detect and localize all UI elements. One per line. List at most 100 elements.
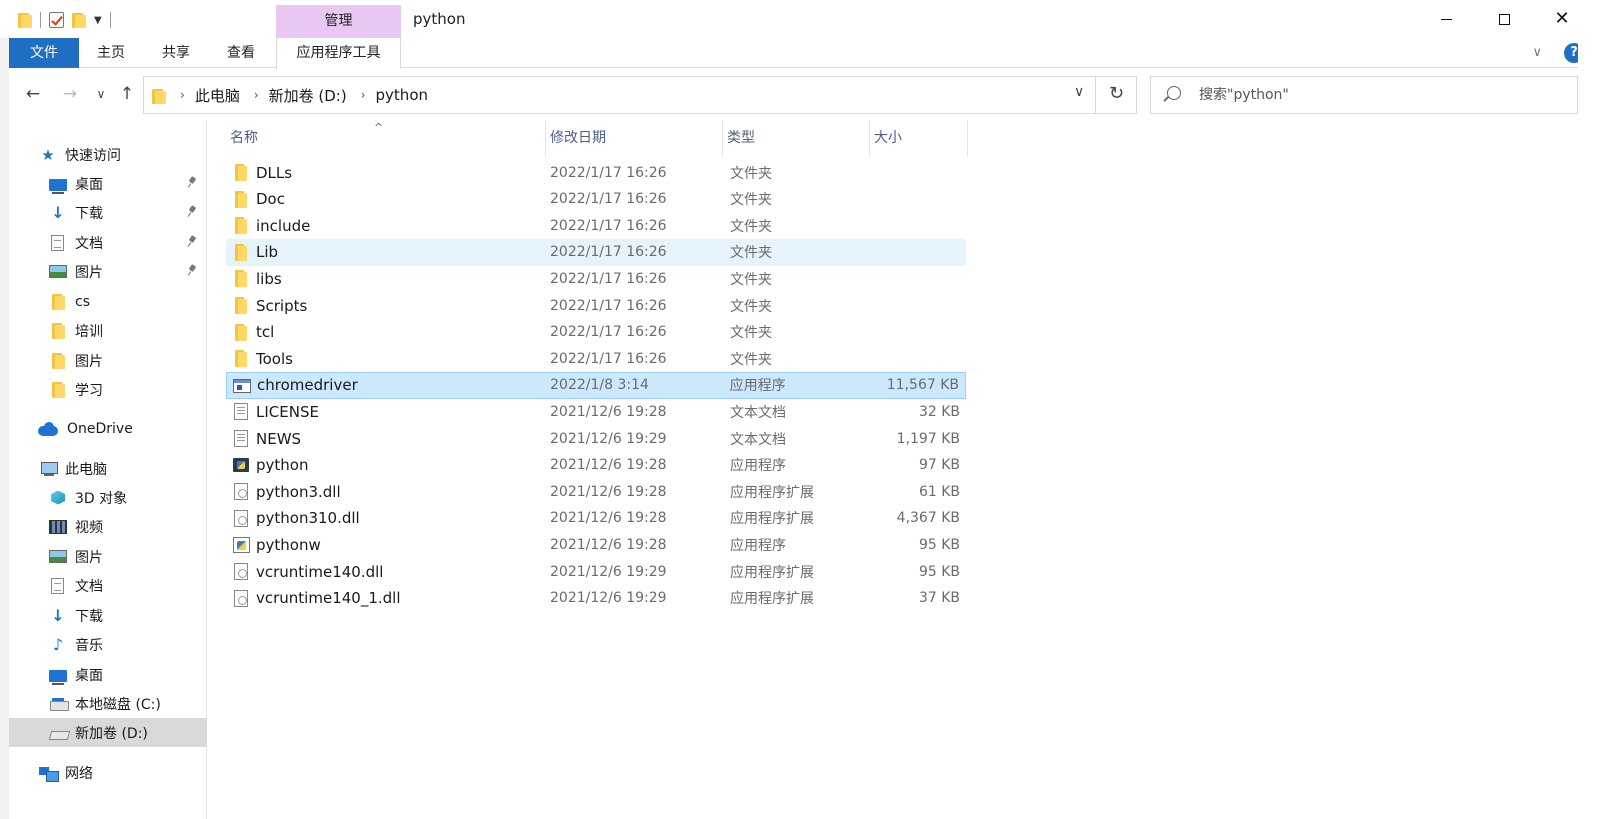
file-row[interactable]: pythonw 2021/12/6 19:28 应用程序 95 KB <box>226 531 966 558</box>
sidebar-item-pc-pictures[interactable]: 图片 <box>9 542 207 571</box>
sidebar-item-documents[interactable]: 文档 <box>9 228 207 257</box>
file-row[interactable]: vcruntime140_1.dll 2021/12/6 19:29 应用程序扩展 3… <box>226 585 966 612</box>
file-type: 文件夹 <box>730 218 772 235</box>
minimize-button[interactable] <box>1423 4 1469 34</box>
column-header-label: 修改日期 <box>550 130 606 146</box>
tab-home[interactable]: 主页 <box>88 38 134 68</box>
file-type: 文件夹 <box>730 325 772 342</box>
breadcrumb-python[interactable]: python <box>376 86 428 104</box>
file-name: vcruntime140_1.dll <box>256 589 401 608</box>
file-row[interactable]: DLLs 2022/1/17 16:26 文件夹 <box>226 159 966 186</box>
breadcrumb-this-pc[interactable]: 此电脑 <box>195 85 240 106</box>
column-header-size[interactable]: 大小 <box>870 120 968 156</box>
sidebar-item-pc-downloads[interactable]: ↓ 下载 <box>9 601 207 630</box>
sidebar-item-music[interactable]: ♪ 音乐 <box>9 630 207 659</box>
file-row[interactable]: NEWS 2021/12/6 19:29 文本文档 1,197 KB <box>226 425 966 452</box>
tab-manage-context[interactable]: 管理 <box>276 5 401 38</box>
tab-share[interactable]: 共享 <box>153 38 199 68</box>
pin-icon[interactable] <box>188 177 197 189</box>
file-row[interactable]: python3.dll 2021/12/6 19:28 应用程序扩展 61 KB <box>226 478 966 505</box>
column-header-type[interactable]: 类型 <box>723 120 870 156</box>
sidebar-item-pc-documents[interactable]: 文档 <box>9 571 207 600</box>
dll-icon <box>234 589 248 607</box>
sidebar-item-label: cs <box>75 293 90 310</box>
file-row[interactable]: chromedriver 2022/1/8 3:14 应用程序 11,567 KB <box>226 371 966 399</box>
sidebar-item-this-pc[interactable]: 此电脑 <box>9 454 207 483</box>
file-row[interactable]: vcruntime140.dll 2021/12/6 19:29 应用程序扩展 95 … <box>226 558 966 585</box>
file-name: Doc <box>256 190 285 209</box>
pin-icon[interactable] <box>188 236 197 248</box>
tab-application-tools[interactable]: 应用程序工具 <box>276 38 401 69</box>
sidebar-item-videos[interactable]: 视频 <box>9 512 207 541</box>
up-button[interactable]: ↑ <box>116 83 138 105</box>
properties-icon[interactable] <box>49 12 64 28</box>
breadcrumb-chevron-icon[interactable]: › <box>361 88 366 102</box>
file-row[interactable]: python 2021/12/6 19:28 应用程序 97 KB <box>226 452 966 479</box>
breadcrumb-chevron-icon[interactable]: › <box>254 88 259 102</box>
column-header-date[interactable]: 修改日期 <box>546 120 723 156</box>
search-box[interactable] <box>1150 76 1578 114</box>
file-name: DLLs <box>256 163 293 182</box>
sidebar-item-onedrive[interactable]: OneDrive <box>9 414 207 443</box>
new-folder-icon[interactable] <box>72 12 86 28</box>
folder-icon[interactable] <box>18 12 32 28</box>
sidebar-item-label: 图片 <box>75 549 103 566</box>
title-bar: ▼ 管理 python ✕ <box>0 0 1598 38</box>
sidebar-item-pictures[interactable]: 图片 <box>9 257 207 286</box>
file-modified-date: 2022/1/17 16:26 <box>550 217 667 234</box>
sidebar-item-pc-desktop[interactable]: 桌面 <box>9 660 207 689</box>
address-history-chevron-icon[interactable]: ∨ <box>1074 84 1084 100</box>
breadcrumb-drive-d[interactable]: 新加卷 (D:) <box>269 85 347 106</box>
back-button[interactable]: ← <box>22 83 44 105</box>
expand-ribbon-chevron-icon[interactable]: ∨ <box>1532 45 1542 60</box>
close-button[interactable]: ✕ <box>1539 4 1585 34</box>
file-name: chromedriver <box>257 376 358 395</box>
folder-icon <box>232 164 250 181</box>
refresh-button[interactable]: ↻ <box>1095 76 1137 114</box>
folder-icon <box>49 352 67 369</box>
pictures-icon <box>49 265 67 278</box>
sidebar-item-desktop[interactable]: 桌面 <box>9 169 207 198</box>
file-row[interactable]: include 2022/1/17 16:26 文件夹 <box>226 212 966 239</box>
maximize-button[interactable] <box>1481 4 1527 34</box>
pin-icon[interactable] <box>188 206 197 218</box>
tab-file[interactable]: 文件 <box>9 38 79 68</box>
sidebar-item-label: 快速访问 <box>65 147 121 164</box>
address-bar[interactable]: › 此电脑 › 新加卷 (D:) › python ∨ <box>143 76 1137 114</box>
file-type: 文件夹 <box>730 298 772 315</box>
customize-toolbar-chevron-icon[interactable]: ▼ <box>94 15 102 26</box>
forward-button[interactable]: → <box>59 83 81 105</box>
sidebar-item-study[interactable]: 学习 <box>9 375 207 404</box>
tab-view[interactable]: 查看 <box>218 38 264 68</box>
file-row[interactable]: Tools 2022/1/17 16:26 文件夹 <box>226 345 966 372</box>
sidebar-item-3d-objects[interactable]: 3D 对象 <box>9 483 207 512</box>
file-row[interactable]: python310.dll 2021/12/6 19:28 应用程序扩展 4,367 … <box>226 505 966 532</box>
file-row[interactable]: Scripts 2022/1/17 16:26 文件夹 <box>226 292 966 319</box>
file-name-cell: LICENSE <box>226 403 546 421</box>
file-row[interactable]: Doc 2022/1/17 16:26 文件夹 <box>226 186 966 213</box>
file-row[interactable]: LICENSE 2021/12/6 19:28 文本文档 32 KB <box>226 398 966 425</box>
dll-icon <box>234 563 248 580</box>
recent-locations-chevron-icon[interactable]: ∨ <box>90 83 112 105</box>
pin-icon[interactable] <box>188 265 197 277</box>
file-modified-date: 2022/1/17 16:26 <box>550 297 667 314</box>
file-size: 32 KB <box>918 403 960 420</box>
sidebar-item-label: 音乐 <box>75 637 103 654</box>
file-row[interactable]: tcl 2022/1/17 16:26 文件夹 <box>226 319 966 346</box>
search-input[interactable] <box>1199 77 1559 113</box>
file-row[interactable]: libs 2022/1/17 16:26 文件夹 <box>226 265 966 292</box>
sidebar-item-network[interactable]: 网络 <box>9 758 207 787</box>
sidebar-item-drive-d[interactable]: 新加卷 (D:) <box>9 718 207 747</box>
desktop-icon <box>49 669 67 685</box>
sidebar-item-downloads[interactable]: ↓ 下载 <box>9 198 207 227</box>
sidebar-item-training[interactable]: 培训 <box>9 316 207 345</box>
sidebar-item-pictures-folder[interactable]: 图片 <box>9 346 207 375</box>
column-header-name[interactable]: 名称 ^ <box>226 120 546 156</box>
file-row[interactable]: Lib 2022/1/17 16:26 文件夹 <box>226 238 966 266</box>
file-type: 文件夹 <box>730 245 772 262</box>
file-name: include <box>256 216 311 235</box>
sidebar-item-cs[interactable]: cs <box>9 287 207 316</box>
sidebar-item-drive-c[interactable]: 本地磁盘 (C:) <box>9 689 207 718</box>
sidebar-item-quick-access[interactable]: ★ 快速访问 <box>9 140 207 169</box>
breadcrumb-chevron-icon[interactable]: › <box>180 88 185 102</box>
